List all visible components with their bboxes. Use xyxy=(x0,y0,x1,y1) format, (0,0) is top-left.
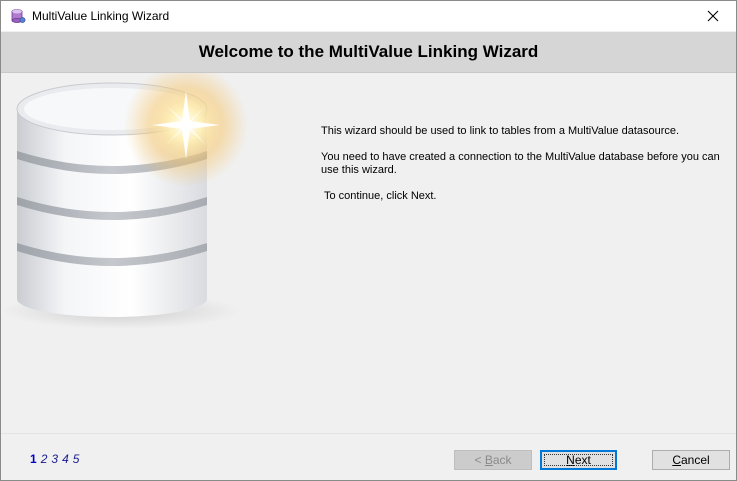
close-icon xyxy=(707,10,719,22)
intro-text: This wizard should be used to link to ta… xyxy=(321,125,680,137)
database-wizard-icon xyxy=(10,8,26,24)
step-5[interactable]: 5 xyxy=(73,452,80,466)
title-bar[interactable]: MultiValue Linking Wizard xyxy=(1,1,736,31)
wizard-window: MultiValue Linking Wizard Welcome to the… xyxy=(0,0,737,481)
cancel-button-label: ancel xyxy=(680,453,710,467)
back-button-prefix: < xyxy=(474,453,485,467)
content-area: This wizard should be used to link to ta… xyxy=(1,73,736,433)
back-button[interactable]: < Back xyxy=(454,450,532,470)
next-button[interactable]: Next xyxy=(540,450,617,470)
header-band: Welcome to the MultiValue Linking Wizard xyxy=(1,32,736,73)
cancel-button[interactable]: Cancel xyxy=(652,450,730,470)
footer-divider xyxy=(1,433,736,434)
cancel-button-access-key: C xyxy=(672,453,681,467)
step-2[interactable]: 2 xyxy=(41,452,48,466)
next-button-access-key: N xyxy=(566,453,575,467)
step-1[interactable]: 1 xyxy=(30,452,37,466)
requirement-text: You need to have created a connection to… xyxy=(321,151,720,176)
step-3[interactable]: 3 xyxy=(51,452,58,466)
back-button-label: ack xyxy=(492,453,512,467)
back-button-access-key: B xyxy=(484,453,493,467)
database-sparkle-illustration xyxy=(1,73,248,329)
close-button[interactable] xyxy=(690,1,736,31)
window-title: MultiValue Linking Wizard xyxy=(32,9,170,23)
step-indicator: 1 2 3 4 5 xyxy=(30,452,79,466)
continue-text: To continue, click Next. xyxy=(324,190,437,202)
page-title: Welcome to the MultiValue Linking Wizard xyxy=(198,42,539,61)
step-4[interactable]: 4 xyxy=(62,452,69,466)
next-button-label: ext xyxy=(574,453,591,467)
